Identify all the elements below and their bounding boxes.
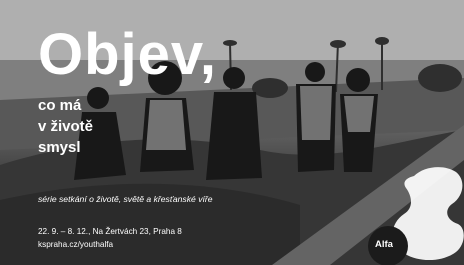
- event-poster-card: Objev, co má v životě smysl série setkán…: [0, 0, 464, 265]
- brand-label: Alfa: [375, 239, 393, 250]
- event-date-location: 22. 9. – 8. 12., Na Žertvách 23, Praha 8: [38, 227, 182, 236]
- subtitle-line-3: smysl: [38, 139, 81, 156]
- event-url: kspraha.cz/youthalfa: [38, 240, 114, 249]
- headline-title: Objev,: [38, 22, 217, 87]
- event-tagline: série setkání o životě, světě a křesťans…: [38, 194, 213, 204]
- headline-subtitle: co má v životě smysl: [38, 95, 158, 158]
- subtitle-line-2: v životě: [38, 118, 94, 135]
- subtitle-line-1: co má: [38, 97, 82, 114]
